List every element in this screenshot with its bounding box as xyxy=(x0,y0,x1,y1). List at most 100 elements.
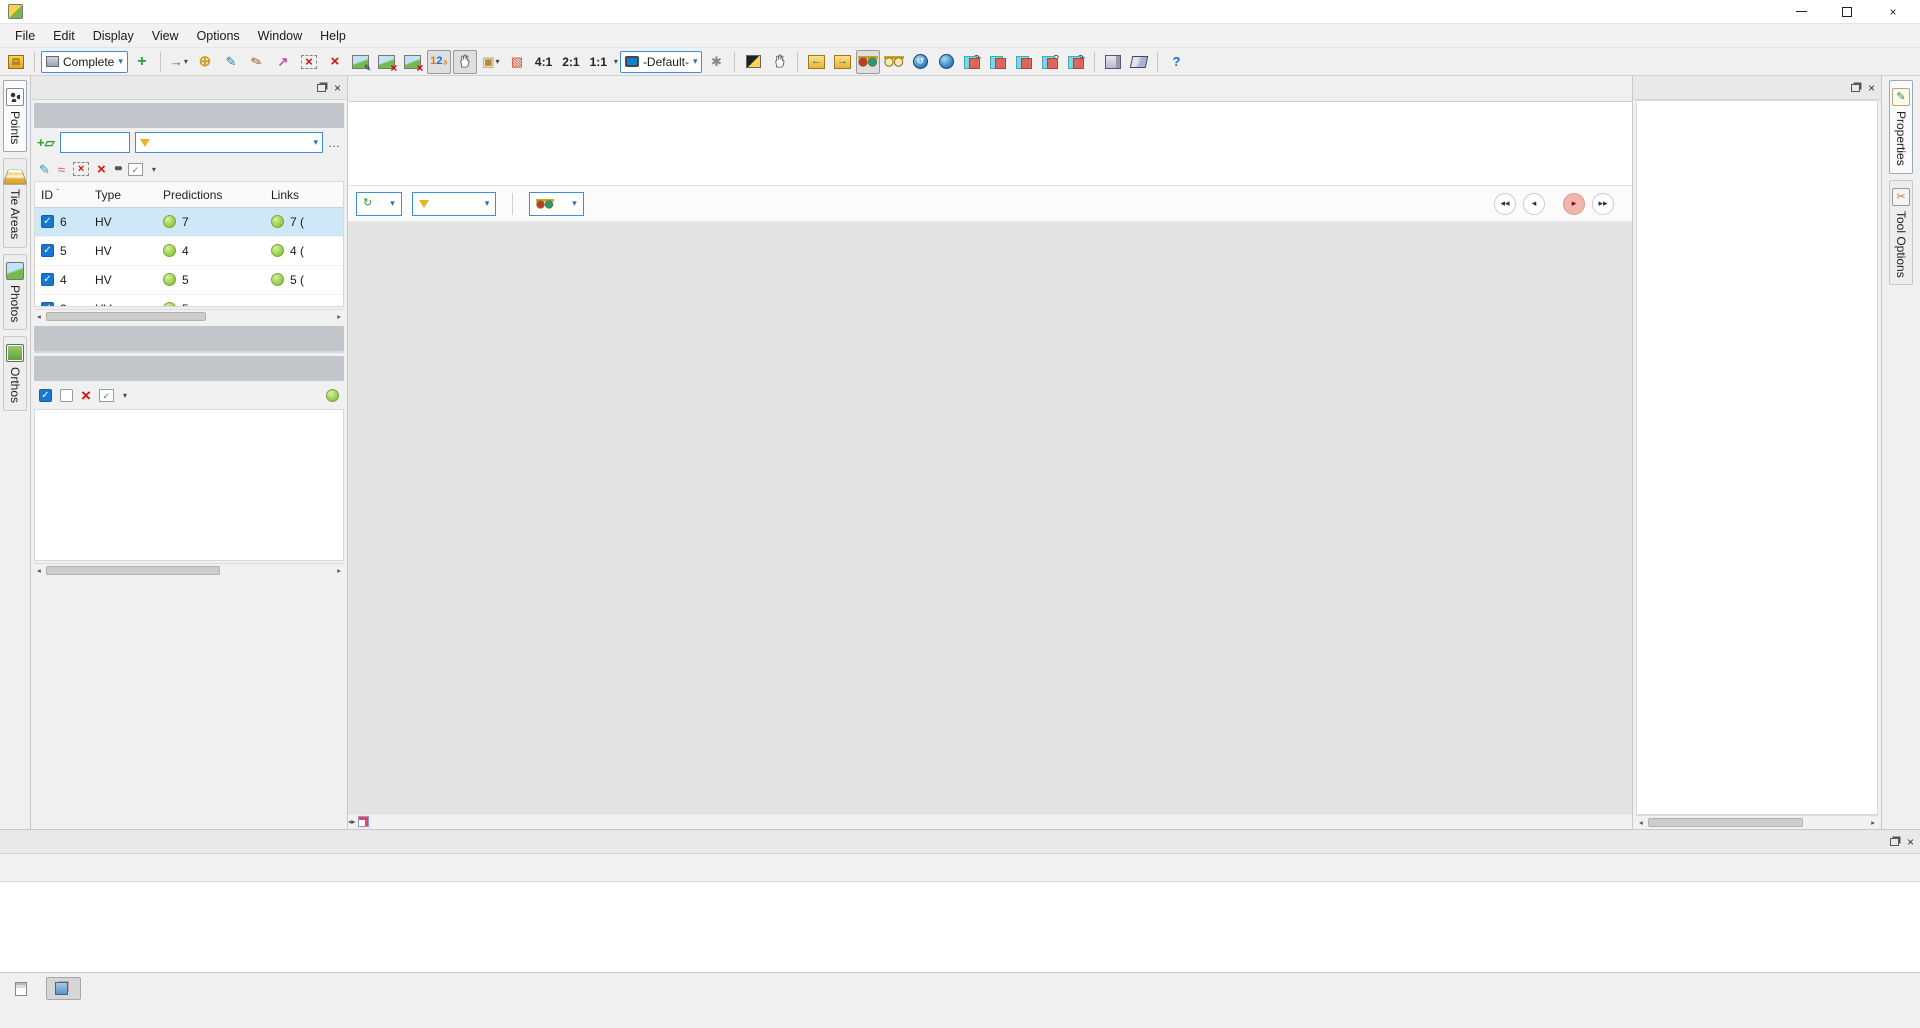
move-point-icon[interactable]: ↗ xyxy=(271,50,295,74)
table-row[interactable]: ✓4HV55 ( xyxy=(35,266,343,295)
checkbox-checked-icon[interactable]: ✓ xyxy=(41,302,54,307)
zoom-window-icon[interactable]: ▣▾ xyxy=(479,50,503,74)
sidebar-tab-tool-options[interactable]: ✂Tool Options xyxy=(1889,180,1913,286)
strips-icon[interactable] xyxy=(1127,50,1151,74)
menu-view[interactable]: View xyxy=(143,26,188,46)
checkbox-checked-icon[interactable]: ✓ xyxy=(41,273,54,286)
first-page-button[interactable]: ◂◂ xyxy=(1494,193,1516,215)
close-panel-icon[interactable]: × xyxy=(1868,81,1875,95)
checkbox-checked-icon[interactable]: ✓ xyxy=(41,244,54,257)
whats-this-icon[interactable]: ? xyxy=(1164,50,1188,74)
delete-point-icon[interactable]: × xyxy=(97,162,106,177)
point-id-toggle[interactable]: 12₃ xyxy=(427,50,451,74)
globe-icon[interactable] xyxy=(934,50,958,74)
checklist-icon[interactable]: ✓ xyxy=(99,389,114,402)
pair-rotate-icon-5[interactable]: ↷ xyxy=(1064,50,1088,74)
minimize-button[interactable] xyxy=(1778,0,1824,23)
col-type[interactable]: Type xyxy=(95,188,157,202)
table-row[interactable]: ✓5HV44 ( xyxy=(35,237,343,266)
float-panel-icon[interactable] xyxy=(1851,84,1860,92)
close-button[interactable]: × xyxy=(1870,0,1916,23)
checkbox-checked-icon[interactable]: ✓ xyxy=(41,215,54,228)
menu-edit[interactable]: Edit xyxy=(44,26,84,46)
pair-rotate-icon-4[interactable]: ↶ xyxy=(1038,50,1062,74)
pair-rotate-icon-1[interactable]: ↷ xyxy=(960,50,984,74)
delete-image-icon[interactable] xyxy=(401,50,425,74)
next-photo-icon[interactable]: → xyxy=(830,50,854,74)
zoom-gcp-icon[interactable]: ▧ xyxy=(505,50,529,74)
delete-image-points-icon[interactable] xyxy=(375,50,399,74)
select-none-checkbox[interactable] xyxy=(60,389,73,402)
prev-page-button[interactable]: ◂ xyxy=(1523,193,1545,215)
float-panel-icon[interactable] xyxy=(317,84,326,92)
show-image-icon[interactable] xyxy=(349,50,373,74)
save-icon[interactable]: ▤ xyxy=(4,50,28,74)
next-page-button[interactable]: ▸ xyxy=(1563,193,1585,215)
menu-file[interactable]: File xyxy=(6,26,44,46)
image-points-hscrollbar[interactable]: ◂▸ xyxy=(34,563,344,577)
sketch-point-icon[interactable]: ✎ xyxy=(245,50,269,74)
pair-icon-2[interactable] xyxy=(986,50,1010,74)
delete-area-icon[interactable]: × xyxy=(297,50,321,74)
menu-window[interactable]: Window xyxy=(249,26,311,46)
mode-select[interactable]: Complete▾ xyxy=(41,51,128,73)
col-predictions[interactable]: Predictions xyxy=(163,188,265,202)
menu-options[interactable]: Options xyxy=(188,26,249,46)
sidebar-tab-photos[interactable]: Photos xyxy=(3,254,27,330)
delete-point-icon[interactable]: × xyxy=(323,50,347,74)
menu-help[interactable]: Help xyxy=(311,26,355,46)
close-panel-icon[interactable]: × xyxy=(334,81,341,95)
stereo-hscrollbar[interactable]: ◂▸ xyxy=(348,813,1632,829)
auto-renew-select[interactable]: ↻ ▾ xyxy=(356,192,402,216)
sidebar-tab-tie-areas[interactable]: Tie Areas xyxy=(3,158,27,247)
prev-photo-icon[interactable]: ← xyxy=(804,50,828,74)
import-photo-icon[interactable]: →▾ xyxy=(167,50,191,74)
select-all-checkbox[interactable]: ✓ xyxy=(39,389,52,402)
measure-point-icon[interactable]: ✎ xyxy=(219,50,243,74)
more-options-button[interactable]: … xyxy=(328,136,341,150)
close-panel-icon[interactable]: × xyxy=(1907,835,1914,849)
mono-glasses-icon[interactable] xyxy=(882,50,906,74)
anaglyph-glasses-icon[interactable] xyxy=(856,50,880,74)
menu-display[interactable]: Display xyxy=(84,26,143,46)
grab-check-icon[interactable] xyxy=(767,50,791,74)
col-id[interactable]: ID ˇ xyxy=(41,188,89,202)
find-icon[interactable]: ●● xyxy=(114,164,120,174)
properties-hscrollbar[interactable]: ◂▸ xyxy=(1636,815,1878,829)
sidebar-tab-properties[interactable]: ✎Properties xyxy=(1889,80,1913,174)
add-icon[interactable]: + xyxy=(130,50,154,74)
blocks-icon[interactable] xyxy=(1101,50,1125,74)
table-row[interactable]: ✓3HV5 xyxy=(35,295,343,307)
maximize-button[interactable] xyxy=(1824,0,1870,23)
pan-tool[interactable] xyxy=(453,50,477,74)
polyline-icon[interactable]: ≈ xyxy=(58,163,65,176)
filter-all-select[interactable]: ▾ xyxy=(412,192,497,216)
cursor-options-icon[interactable]: ✱ xyxy=(704,50,728,74)
last-page-button[interactable]: ▸▸ xyxy=(1592,193,1614,215)
zoom-4-1[interactable]: 4:1 xyxy=(531,53,556,71)
delete-area-icon[interactable]: × xyxy=(73,162,89,176)
point-list-hscrollbar[interactable]: ◂▸ xyxy=(34,309,344,323)
table-row[interactable]: ✓6HV77 ( xyxy=(35,208,343,237)
sidebar-tab-orthos[interactable]: Orthos xyxy=(3,336,27,411)
pair-icon-3[interactable] xyxy=(1012,50,1036,74)
gcp-orientation-icon[interactable]: ⊕ xyxy=(193,50,217,74)
col-links[interactable]: Links xyxy=(271,188,299,202)
sidebar-tab-points[interactable]: Points xyxy=(3,80,27,152)
checklist-icon[interactable]: ✓ xyxy=(128,163,143,176)
photo-select[interactable]: ▾ xyxy=(529,192,584,216)
delete-image-point-icon[interactable]: × xyxy=(81,387,91,404)
output-log-button[interactable] xyxy=(6,977,40,1001)
statistics-button[interactable] xyxy=(46,977,81,1000)
detach-view-icon[interactable] xyxy=(356,814,371,829)
zoom-1-1[interactable]: 1:1 xyxy=(586,53,611,71)
zoom-2-1[interactable]: 2:1 xyxy=(558,53,583,71)
point-id-input[interactable] xyxy=(60,132,130,153)
new-point-icon[interactable]: +▱ xyxy=(37,136,55,149)
float-panel-icon[interactable] xyxy=(1890,838,1899,846)
globe-reset-icon[interactable]: ↺ xyxy=(908,50,932,74)
view-select[interactable]: -Default-▾ xyxy=(620,51,703,73)
contrast-icon[interactable] xyxy=(741,50,765,74)
point-filter-select[interactable]: ▾ xyxy=(135,132,323,153)
measure-icon[interactable]: ✎ xyxy=(39,163,50,176)
